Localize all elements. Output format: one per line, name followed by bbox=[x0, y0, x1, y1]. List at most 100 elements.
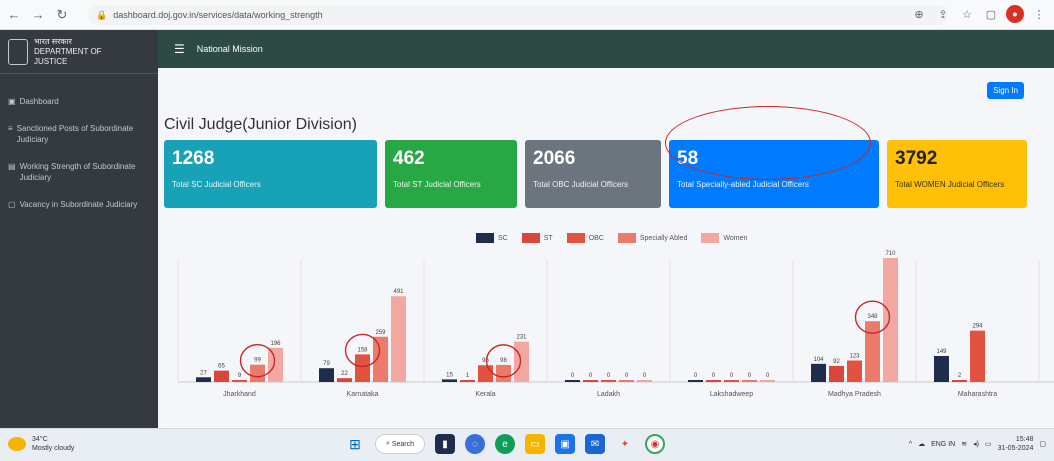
bar-obc[interactable] bbox=[601, 380, 616, 382]
share-icon[interactable]: ⇪ bbox=[934, 5, 952, 23]
notification-icon[interactable]: ▢ bbox=[1039, 440, 1046, 448]
bar-obc[interactable] bbox=[232, 380, 247, 382]
bar-sc[interactable] bbox=[688, 380, 703, 382]
bar-women[interactable] bbox=[514, 341, 529, 382]
bar-women[interactable] bbox=[637, 380, 652, 382]
menu-icon[interactable]: ⋮ bbox=[1030, 5, 1048, 23]
brand-line: DEPARTMENT OF bbox=[34, 46, 102, 56]
bar-obc[interactable] bbox=[724, 380, 739, 382]
bar-sc[interactable] bbox=[319, 368, 334, 382]
bar-specially-abled[interactable] bbox=[373, 336, 388, 382]
app-icon[interactable]: ✦ bbox=[615, 434, 635, 454]
task-view-icon[interactable]: ▮ bbox=[435, 434, 455, 454]
file-explorer-icon[interactable]: ▭ bbox=[525, 434, 545, 454]
x-tick-label: Lakshadweep bbox=[710, 391, 753, 398]
bar-sc[interactable] bbox=[934, 355, 949, 382]
brand[interactable]: भारत सरकार DEPARTMENT OF JUSTICE bbox=[0, 30, 158, 74]
bar-women[interactable] bbox=[268, 347, 283, 382]
legend-label: SC bbox=[498, 234, 508, 242]
sidebar-item-sanctioned[interactable]: ≡ Sanctioned Posts of Subordinate Judici… bbox=[0, 115, 158, 153]
data-label: 348 bbox=[867, 314, 878, 320]
chevron-up-icon[interactable]: ^ bbox=[909, 441, 912, 448]
zoom-icon[interactable]: ⊕ bbox=[910, 5, 928, 23]
legend-label: ST bbox=[543, 234, 553, 242]
bar-women[interactable] bbox=[883, 258, 898, 382]
chrome-icon[interactable]: ◉ bbox=[645, 434, 665, 454]
brand-line: भारत सरकार bbox=[34, 36, 72, 46]
chat-icon[interactable]: ◌ bbox=[465, 434, 485, 454]
data-label: 0 bbox=[589, 373, 593, 379]
bar-specially-abled[interactable] bbox=[865, 321, 880, 382]
brand-text: भारत सरकार DEPARTMENT OF JUSTICE bbox=[34, 37, 102, 67]
data-label: 2 bbox=[958, 373, 962, 379]
x-tick-label: Ladakh bbox=[597, 391, 620, 398]
x-tick-label: Karnataka bbox=[347, 391, 379, 398]
forward-arrow-icon[interactable]: → bbox=[28, 5, 48, 25]
bar-obc[interactable] bbox=[478, 365, 493, 382]
hamburger-icon[interactable]: ☰ bbox=[174, 42, 185, 56]
bar-specially-abled[interactable] bbox=[619, 380, 634, 382]
bar-obc[interactable] bbox=[847, 360, 862, 382]
legend-item-obc[interactable]: OBC bbox=[566, 233, 604, 243]
data-label: 196 bbox=[270, 341, 281, 347]
bar-specially-abled[interactable] bbox=[496, 364, 511, 382]
sidebar-item-working-strength[interactable]: ▤ Working Strength of Subordinate Judici… bbox=[0, 153, 158, 191]
bar-obc[interactable] bbox=[355, 354, 370, 382]
weather-widget[interactable]: 34°C Mostly cloudy bbox=[8, 435, 74, 453]
bar-specially-abled[interactable] bbox=[250, 364, 265, 382]
search-icon: ⌕ bbox=[385, 440, 390, 447]
lock-icon: 🔒 bbox=[96, 9, 108, 20]
list-icon: ≡ bbox=[8, 124, 13, 133]
data-label: 259 bbox=[375, 330, 386, 336]
data-label: 149 bbox=[936, 349, 947, 355]
stat-value: 2066 bbox=[533, 148, 576, 169]
volume-icon[interactable]: ◂) bbox=[973, 440, 979, 448]
data-label: 0 bbox=[643, 373, 647, 379]
emblem-icon bbox=[8, 38, 28, 65]
legend-item-st[interactable]: ST bbox=[521, 233, 553, 243]
bar-sc[interactable] bbox=[442, 379, 457, 382]
windows-start-icon[interactable]: ⊞ bbox=[345, 434, 365, 454]
data-label: 1 bbox=[466, 373, 470, 379]
store-icon[interactable]: ▣ bbox=[555, 434, 575, 454]
bar-women[interactable] bbox=[391, 296, 406, 382]
bar-st[interactable] bbox=[706, 380, 721, 382]
page-title: Civil Judge(Junior Division) bbox=[164, 116, 357, 133]
bar-sc[interactable] bbox=[196, 377, 211, 382]
bar-st[interactable] bbox=[337, 378, 352, 382]
back-arrow-icon[interactable]: ← bbox=[4, 5, 24, 25]
bar-women[interactable] bbox=[760, 380, 775, 382]
bar-specially-abled[interactable] bbox=[742, 380, 757, 382]
sidebar-item-dashboard[interactable]: ▣ Dashboard bbox=[0, 88, 158, 115]
mail-icon[interactable]: ✉ bbox=[585, 434, 605, 454]
bar-sc[interactable] bbox=[565, 380, 580, 382]
taskbar-search[interactable]: ⌕ Search bbox=[375, 434, 425, 454]
data-label: 0 bbox=[748, 373, 752, 379]
bar-st[interactable] bbox=[952, 380, 967, 382]
clock[interactable]: 15:48 31-05-2024 bbox=[998, 435, 1034, 453]
bar-st[interactable] bbox=[460, 380, 475, 382]
tab-icon[interactable]: ▢ bbox=[982, 5, 1000, 23]
star-icon[interactable]: ☆ bbox=[958, 5, 976, 23]
legend-swatch bbox=[701, 233, 720, 243]
sidebar-item-vacancy[interactable]: ▢ Vacancy in Subordinate Judiciary bbox=[0, 191, 158, 218]
reload-icon[interactable]: ↻ bbox=[52, 5, 72, 25]
battery-icon[interactable]: ▭ bbox=[985, 440, 992, 448]
bar-obc[interactable] bbox=[970, 330, 985, 382]
data-label: 15 bbox=[446, 372, 453, 378]
legend-item-women[interactable]: Women bbox=[701, 233, 747, 243]
bar-st[interactable] bbox=[583, 380, 598, 382]
profile-avatar[interactable]: ● bbox=[1006, 5, 1024, 23]
bar-st[interactable] bbox=[214, 370, 229, 382]
bar-sc[interactable] bbox=[811, 363, 826, 382]
sign-in-button[interactable]: Sign In bbox=[987, 82, 1024, 99]
legend-item-specially-abled[interactable]: Specially Abled bbox=[617, 233, 687, 243]
legend-item-sc[interactable]: SC bbox=[476, 233, 508, 243]
bar-st[interactable] bbox=[829, 365, 844, 382]
edge-icon[interactable]: e bbox=[495, 434, 515, 454]
address-bar[interactable]: 🔒 dashboard.doj.gov.in/services/data/wor… bbox=[88, 5, 948, 25]
language-indicator[interactable]: ENG IN bbox=[931, 441, 955, 448]
x-tick-label: Kerala bbox=[475, 391, 495, 398]
cloud-icon[interactable]: ☁ bbox=[918, 440, 925, 448]
wifi-icon[interactable]: ≋ bbox=[961, 440, 967, 448]
